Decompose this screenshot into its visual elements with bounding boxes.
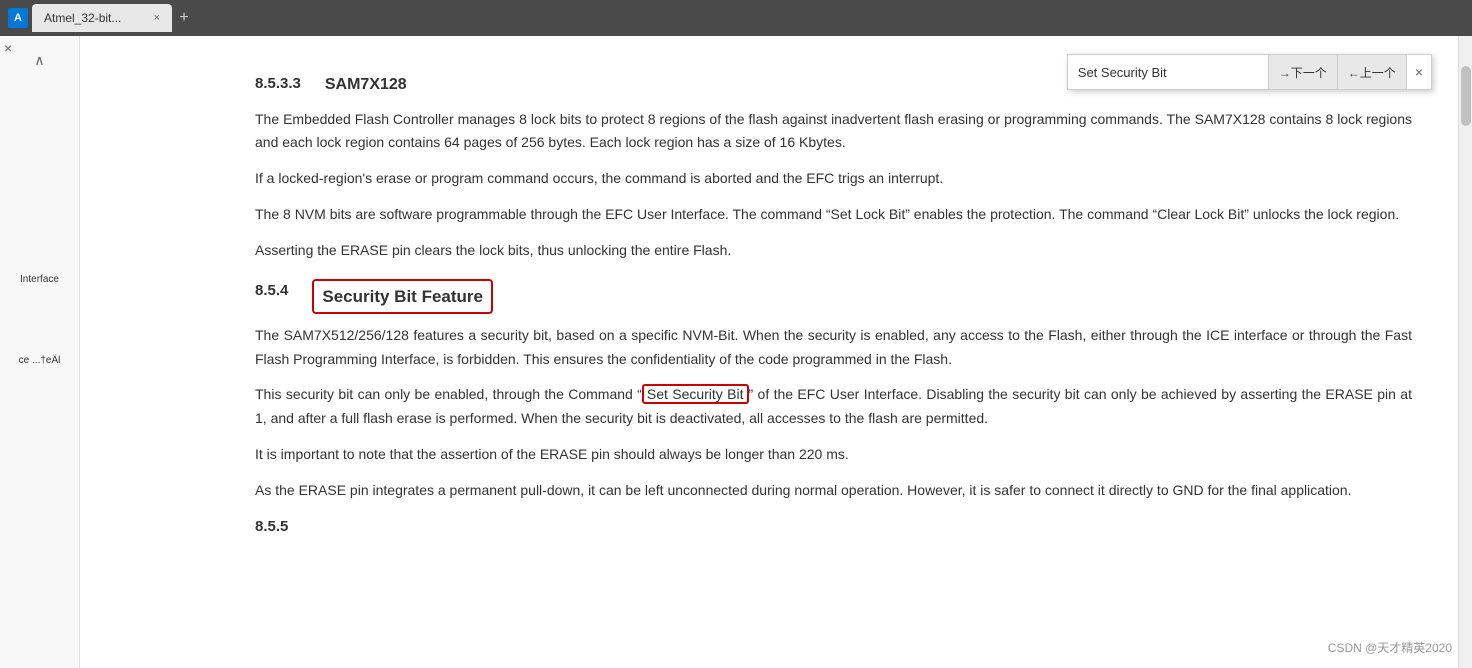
search-close-button[interactable]: × (1406, 55, 1431, 89)
browser-chrome: A Atmel_32-bit... × + (0, 0, 1472, 36)
section-853-title: SAM7X128 (325, 72, 407, 98)
paragraph-erase-pulldown: As the ERASE pin integrates a permanent … (255, 479, 1412, 503)
sidebar: × ∧ Interface ce ...†eÄl (0, 36, 80, 668)
search-next-button[interactable]: →下一个 (1268, 55, 1337, 89)
tab-bar: Atmel_32-bit... × + (32, 4, 1464, 32)
paragraph-security-bit-intro: The SAM7X512/256/128 features a security… (255, 324, 1412, 372)
new-tab-button[interactable]: + (172, 6, 196, 30)
para-part1: This security bit can only be enabled, t… (255, 386, 642, 402)
tab-label: Atmel_32-bit... (44, 11, 121, 25)
search-input[interactable] (1068, 65, 1268, 80)
section-854-number: 8.5.4 (255, 279, 288, 303)
search-bar: →下一个 ←上一个 × (1067, 54, 1432, 90)
section-854-header: 8.5.4 Security Bit Feature (255, 279, 1412, 314)
scrollbar-thumb[interactable] (1461, 66, 1471, 126)
paragraph-erase-220ms: It is important to note that the asserti… (255, 443, 1412, 467)
sidebar-item-interface[interactable]: Interface (16, 269, 63, 290)
section-854-title: Security Bit Feature (312, 279, 493, 314)
next-section-number: 8.5.5 (255, 518, 288, 535)
scrollbar[interactable] (1458, 36, 1472, 668)
main-layout: × ∧ Interface ce ...†eÄl →下一个 ←上一个 × 8.5… (0, 36, 1472, 668)
highlight-set-security-bit: Set Security Bit (642, 384, 749, 404)
sidebar-close-btn[interactable]: × (4, 40, 12, 56)
content-area: →下一个 ←上一个 × 8.5.3.3 SAM7X128 The Embedde… (80, 36, 1472, 668)
search-prev-button[interactable]: ←上一个 (1337, 55, 1406, 89)
document-content: 8.5.3.3 SAM7X128 The Embedded Flash Cont… (80, 36, 1472, 668)
csdn-watermark: CSDN @天才精英2020 (1328, 639, 1452, 656)
highlighted-text: Set Security Bit (647, 386, 744, 402)
browser-tab[interactable]: Atmel_32-bit... × (32, 4, 172, 32)
sidebar-item-alt: ce ...†eÄl (15, 350, 65, 371)
next-section-indicator: 8.5.5 (255, 515, 1412, 539)
paragraph-security-bit-command: This security bit can only be enabled, t… (255, 383, 1412, 431)
sidebar-scroll-up-btn[interactable]: ∧ (34, 52, 44, 69)
browser-icon: A (8, 8, 28, 28)
tab-close-btn[interactable]: × (154, 12, 160, 24)
section-853-number: 8.5.3.3 (255, 72, 301, 96)
paragraph-nvm-bits: The 8 NVM bits are software programmable… (255, 203, 1412, 227)
paragraph-lock-bits: The Embedded Flash Controller manages 8 … (255, 108, 1412, 156)
paragraph-erase-pin: Asserting the ERASE pin clears the lock … (255, 239, 1412, 263)
paragraph-lock-region: If a locked-region's erase or program co… (255, 167, 1412, 191)
